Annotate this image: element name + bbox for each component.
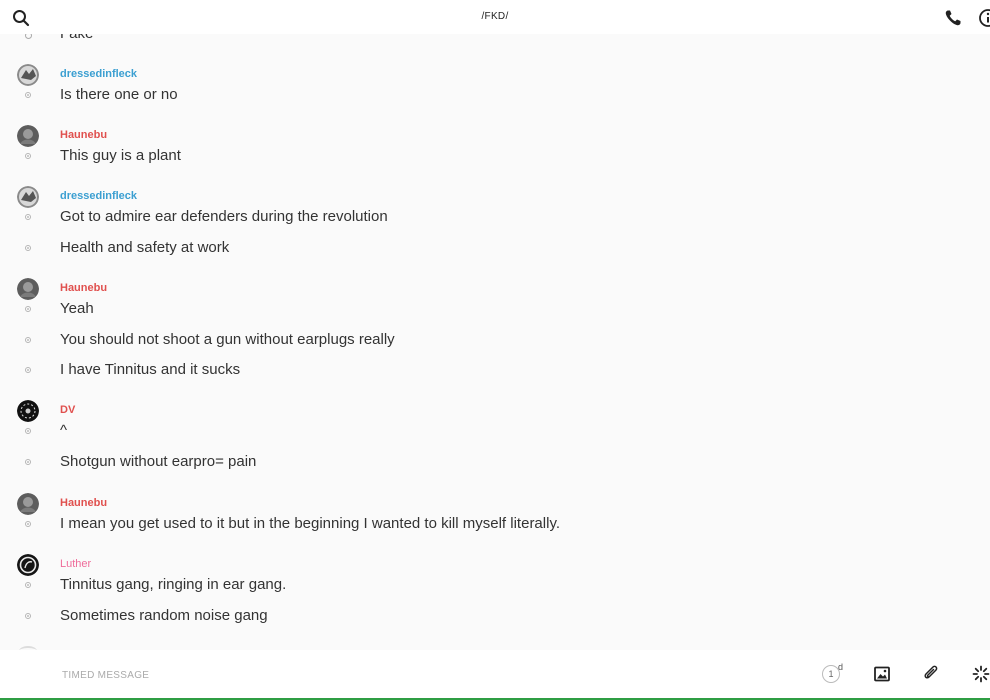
sender-name[interactable]: dressedinfleck — [60, 68, 137, 80]
sender-name[interactable]: DV — [60, 404, 75, 416]
avatar[interactable] — [17, 493, 39, 515]
message-text: Got to admire ear defenders during the r… — [60, 208, 388, 225]
sender-name[interactable]: dressedinfleck — [60, 190, 137, 202]
avatar[interactable] — [17, 278, 39, 300]
sender-name[interactable]: Haunebu — [60, 282, 107, 294]
message-status-icon — [25, 337, 31, 343]
message-status-icon — [25, 582, 31, 588]
avatar[interactable] — [17, 64, 39, 86]
sender-name[interactable]: Haunebu — [60, 497, 107, 509]
avatar[interactable] — [17, 125, 39, 147]
message-status-icon — [25, 34, 32, 39]
message-list[interactable]: Fake dressedinfleck Is there one or no H… — [0, 34, 990, 650]
image-icon[interactable] — [874, 666, 890, 682]
message-status-icon — [25, 92, 31, 98]
message-text: This guy is a plant — [60, 147, 181, 164]
conversation-title: /FKD/ — [481, 11, 509, 22]
message-status-icon — [25, 214, 31, 220]
timer-unit: d — [838, 662, 844, 672]
sender-name[interactable]: Haunebu — [60, 129, 107, 141]
info-icon[interactable] — [978, 8, 990, 28]
message-text: Yeah — [60, 300, 94, 317]
message-text: I mean you get used to it but in the beg… — [60, 515, 560, 532]
message-text: Is there one or no — [60, 86, 178, 103]
timer-value: 1 — [828, 669, 834, 679]
phone-icon[interactable] — [944, 9, 962, 27]
paperclip-icon[interactable] — [923, 665, 940, 682]
message-status-icon — [25, 521, 31, 527]
composer-bar — [0, 650, 990, 698]
message-status-icon — [25, 367, 31, 373]
top-bar: /FKD/ — [0, 0, 990, 34]
avatar[interactable] — [17, 400, 39, 422]
message-status-icon — [25, 306, 31, 312]
message-text: Shotgun without earpro= pain — [60, 453, 257, 470]
message-text: Health and safety at work — [60, 239, 230, 256]
message-status-icon — [25, 459, 31, 465]
sender-name[interactable]: Luther — [60, 558, 91, 570]
message-status-icon — [25, 245, 31, 251]
message-status-icon — [25, 613, 31, 619]
message-text: ^ — [60, 422, 68, 439]
message-text: Fake — [60, 34, 93, 42]
message-status-icon — [25, 153, 31, 159]
avatar[interactable] — [17, 554, 39, 576]
message-text: I have Tinnitus and it sucks — [60, 361, 241, 378]
gif-icon[interactable] — [972, 665, 990, 683]
avatar[interactable] — [17, 186, 39, 208]
message-text: Tinnitus gang, ringing in ear gang. — [60, 576, 287, 593]
message-text: You should not shoot a gun without earpl… — [60, 331, 395, 348]
message-text: Sometimes random noise gang — [60, 607, 268, 624]
message-status-icon — [25, 428, 31, 434]
message-input[interactable] — [60, 664, 764, 686]
